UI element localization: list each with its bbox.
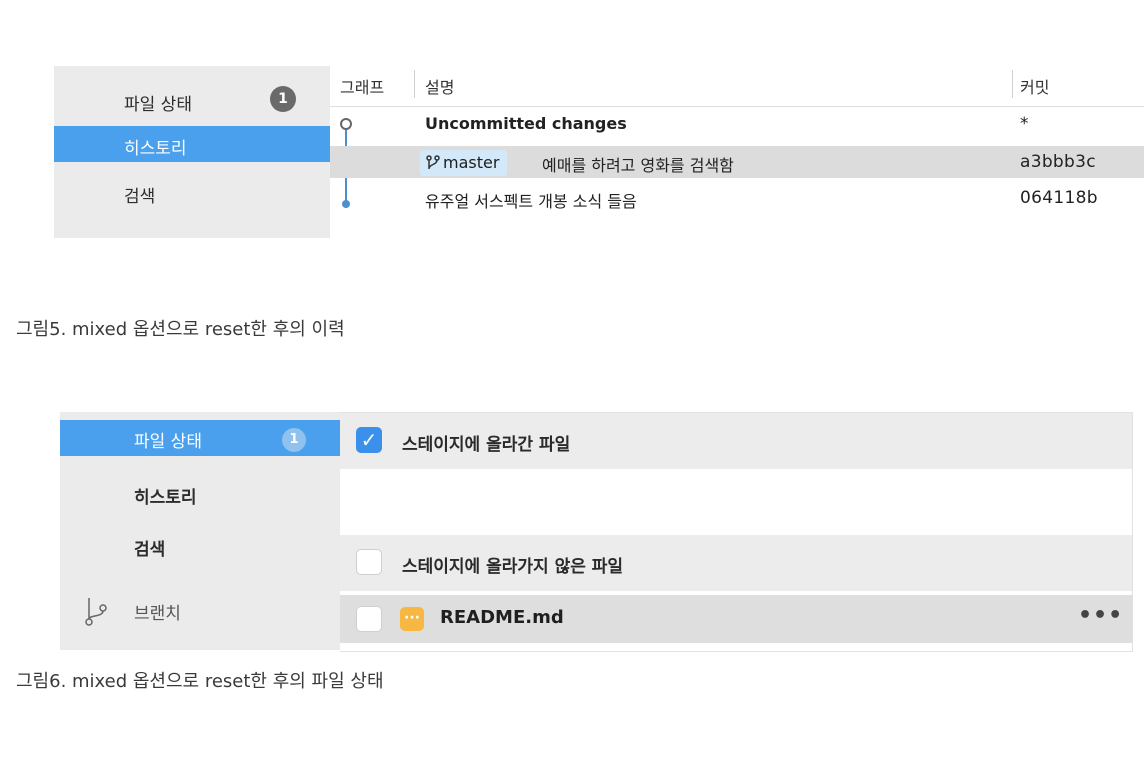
sidebar-item-history[interactable]: 히스토리 xyxy=(60,476,340,512)
file-status-count-badge: 1 xyxy=(270,86,296,112)
sidebar: 파일 상태 1 히스토리 검색 xyxy=(54,66,330,238)
branch-icon xyxy=(426,155,440,170)
more-options-button[interactable]: ••• xyxy=(1078,603,1123,628)
branch-icon xyxy=(85,598,107,626)
staged-checkbox[interactable]: ✓ xyxy=(356,427,382,453)
commit-hash: * xyxy=(1020,114,1029,134)
sidebar-item-search[interactable]: 검색 xyxy=(54,174,330,210)
column-header-commit[interactable]: 커밋 xyxy=(1020,74,1049,98)
table-row[interactable]: 유주얼 서스펙트 개봉 소식 들음 064118b xyxy=(330,182,1144,214)
figure-caption: 그림5. mixed 옵션으로 reset한 후의 이력 xyxy=(16,319,345,340)
column-divider[interactable] xyxy=(1012,70,1013,98)
sidebar-item-label: 히스토리 xyxy=(134,488,197,508)
unstaged-files-label: 스테이지에 올라가지 않은 파일 xyxy=(402,557,624,577)
figure-caption: 그림6. mixed 옵션으로 reset한 후의 파일 상태 xyxy=(16,671,384,692)
file-checkbox[interactable] xyxy=(356,606,382,632)
sidebar-item-search[interactable]: 검색 xyxy=(60,528,340,564)
branch-name: master xyxy=(443,153,500,172)
staged-files-header: ✓ 스테이지에 올라간 파일 xyxy=(340,413,1132,469)
column-header-description[interactable]: 설명 xyxy=(425,74,454,98)
staged-files-label: 스테이지에 올라간 파일 xyxy=(402,435,571,455)
unstaged-checkbox[interactable] xyxy=(356,549,382,575)
sidebar-item-label: 브랜치 xyxy=(134,604,181,624)
sidebar-item-label: 파일 상태 xyxy=(134,432,202,452)
sidebar-item-label: 히스토리 xyxy=(124,139,187,159)
column-header-graph[interactable]: 그래프 xyxy=(340,74,384,98)
header-divider xyxy=(330,106,1144,107)
table-row[interactable]: Uncommitted changes * xyxy=(330,108,1144,140)
staged-files-list xyxy=(340,469,1132,535)
modified-file-icon: ··· xyxy=(400,607,424,631)
file-name: README.md xyxy=(440,607,564,628)
commit-description: 예매를 하려고 영화를 검색함 xyxy=(542,156,734,175)
sidebar-item-label: 파일 상태 xyxy=(124,95,192,115)
sidebar-item-history[interactable]: 히스토리 xyxy=(54,126,330,162)
history-table: 그래프 설명 커밋 Uncommitted changes * master 예… xyxy=(330,66,1144,238)
commit-description: Uncommitted changes xyxy=(425,114,627,133)
unstaged-files-header: 스테이지에 올라가지 않은 파일 xyxy=(340,535,1132,591)
branch-tag[interactable]: master xyxy=(420,150,508,176)
sidebar-item-branches[interactable]: 브랜치 xyxy=(60,592,340,628)
commit-hash: 064118b xyxy=(1020,188,1098,208)
file-status-count-badge: 1 xyxy=(282,428,306,452)
file-status-panel: ✓ 스테이지에 올라간 파일 스테이지에 올라가지 않은 파일 ··· READ… xyxy=(340,412,1133,652)
commit-description: 유주얼 서스펙트 개봉 소식 들음 xyxy=(425,192,637,211)
sidebar-item-label: 검색 xyxy=(124,187,156,207)
sidebar: 파일 상태 1 히스토리 검색 브랜치 xyxy=(60,412,340,650)
table-row[interactable]: master 예매를 하려고 영화를 검색함 a3bbb3c xyxy=(330,146,1144,178)
file-row[interactable]: ··· README.md ••• xyxy=(340,595,1132,643)
column-divider[interactable] xyxy=(414,70,415,98)
sidebar-item-file-status[interactable]: 파일 상태 1 xyxy=(60,420,340,456)
sidebar-item-label: 검색 xyxy=(134,540,166,560)
commit-hash: a3bbb3c xyxy=(1020,152,1096,172)
